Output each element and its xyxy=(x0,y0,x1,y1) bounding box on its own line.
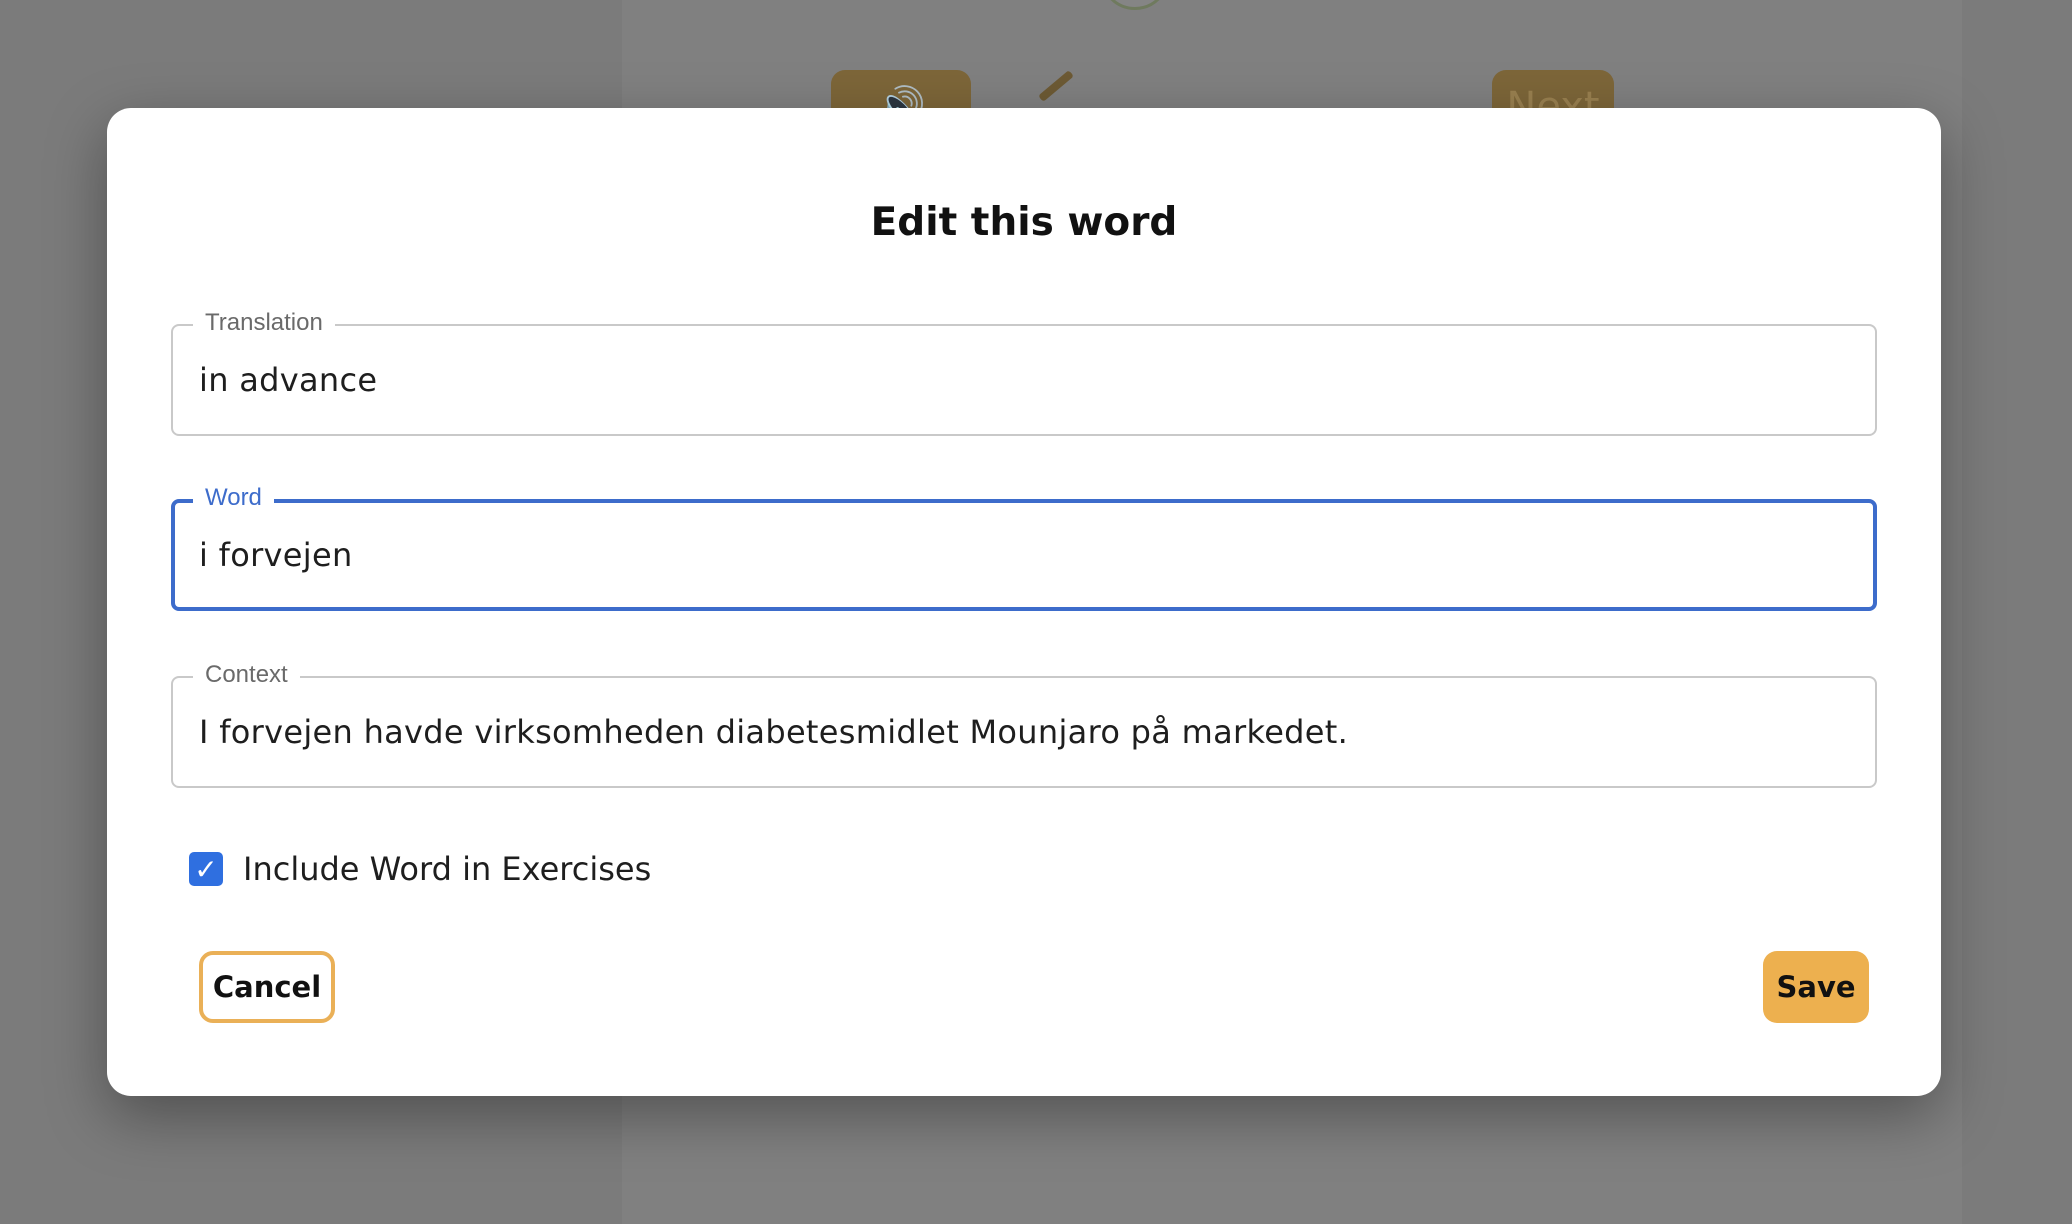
save-button[interactable]: Save xyxy=(1763,951,1869,1023)
cancel-button[interactable]: Cancel xyxy=(199,951,335,1023)
word-input[interactable]: i forvejen xyxy=(199,503,353,607)
context-field[interactable]: Context I forvejen havde virksomheden di… xyxy=(171,658,1877,788)
modal-title: Edit this word xyxy=(870,200,1178,245)
translation-input[interactable]: in advance xyxy=(199,326,377,434)
edit-word-modal: Edit this word Translation in advance Wo… xyxy=(107,108,1941,1096)
translation-field[interactable]: Translation in advance xyxy=(171,306,1877,436)
include-in-exercises-label[interactable]: Include Word in Exercises xyxy=(243,850,651,888)
word-field[interactable]: Word i forvejen xyxy=(171,481,1877,611)
include-in-exercises-row[interactable]: ✓ Include Word in Exercises xyxy=(189,850,651,888)
include-in-exercises-checkbox[interactable]: ✓ xyxy=(189,852,223,886)
checkmark-icon: ✓ xyxy=(194,852,218,886)
context-input[interactable]: I forvejen havde virksomheden diabetesmi… xyxy=(199,678,1348,786)
